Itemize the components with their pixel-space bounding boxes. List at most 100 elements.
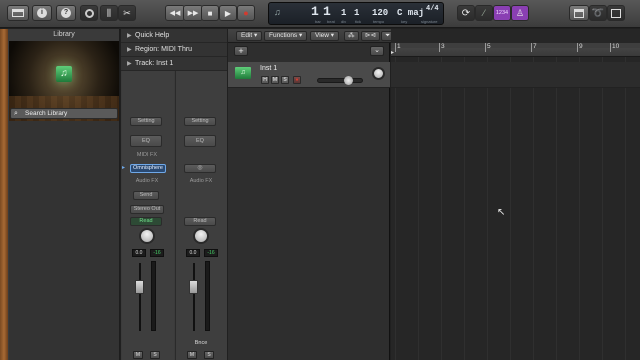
send-slot[interactable]: Send [133,191,159,200]
view-menu[interactable]: View ▾ [310,31,340,41]
audio-fx-label: Audio FX [135,178,159,184]
mute-button[interactable]: M [187,351,197,359]
disclosure-triangle-icon: ▶ [127,33,132,39]
collapse-icon: ⌄ [374,47,380,54]
library-list[interactable] [9,121,119,360]
play-button[interactable]: ▶ [219,5,237,21]
lcd-tick-label: tick [355,19,361,24]
arrange-area[interactable]: ▸ 1 3 5 7 9 10 ↖ [391,29,640,360]
fader-track [193,263,195,331]
edit-menu-label: Edit [241,32,253,39]
solo-button[interactable]: S [204,351,214,359]
smart-controls-button[interactable] [80,5,98,21]
ruler-label: 5 [487,43,491,50]
quick-help-row[interactable]: ▶ Quick Help [121,29,227,43]
automation-read-button[interactable]: Read [130,217,162,226]
track-lane-inst1[interactable] [391,62,640,88]
grid-line [579,57,580,360]
functions-menu[interactable]: Functions ▾ [264,31,308,41]
catch-button[interactable]: ⁂ [344,31,359,41]
tuner-icon: ♫ [274,7,281,17]
automation-read-button[interactable]: Read [184,217,216,226]
volume-fader[interactable] [135,280,144,294]
mixer-button[interactable]: ⫼ [100,5,118,21]
setting-button[interactable]: Setting [184,117,216,126]
instrument-icon: ♫ [56,66,72,82]
quick-help-label: Quick Help [135,32,170,39]
note-pad-button[interactable] [569,5,589,21]
audio-fx-label: Audio FX [189,178,213,184]
library-toggle-button[interactable] [7,5,29,21]
knob-icon [84,8,94,18]
link-button[interactable]: ⊳⊲ [361,31,380,41]
region-label: Region: MIDI Thru [135,46,193,53]
track-volume-slider[interactable] [317,78,363,83]
track-pan-knob[interactable] [372,67,385,80]
count-in-button[interactable]: 1234 [493,5,511,21]
grid-line [487,57,488,360]
solo-button[interactable]: S [150,351,160,359]
edit-menu[interactable]: Edit ▾ [236,31,263,41]
lcd-signature-label: signature [421,19,438,24]
track-record-button[interactable]: ● [293,76,301,84]
global-tracks-button[interactable]: ⌄ [370,46,384,56]
record-button[interactable]: ● [237,5,255,21]
track-instrument-icon: ♫ [235,67,251,79]
mute-button[interactable]: M [133,351,143,359]
metronome-button[interactable]: ♙ [511,5,529,21]
editors-button[interactable]: ✂ [118,5,136,21]
track-mute-button[interactable]: M [271,76,279,84]
search-icon: ⌕ [14,110,18,117]
pan-knob[interactable] [139,228,155,244]
loop-browser-button[interactable]: ➰ [589,5,607,21]
ruler-tick [485,43,486,52]
logic-window: i ? ⫼ ✂ ◀◀ ▶▶ ■ ▶ ● ♫ 1 1 1 1 120 C maj … [0,0,640,360]
cycle-region [391,43,640,48]
track-solo-button[interactable]: S [281,76,289,84]
track-name[interactable]: Inst 1 [260,65,277,72]
lcd-display[interactable]: ♫ 1 1 1 1 120 C maj 4/4 bar beat div tic… [268,2,444,25]
library-title: Library [53,31,75,38]
track-header-inst1[interactable]: ♫ Inst 1 H M S ● [228,62,390,88]
grid-line [418,57,419,360]
notepad-icon [574,8,584,18]
lcd-bar: 1 [311,4,319,19]
volume-fader[interactable] [189,280,198,294]
cycle-button[interactable]: ⟳ [457,5,475,21]
eq-button[interactable]: EQ [130,135,162,147]
ruler[interactable]: ▸ 1 3 5 7 9 10 [391,43,640,57]
pan-knob[interactable] [193,228,209,244]
left-wood-edge [0,29,8,360]
track-hide-button[interactable]: H [261,76,269,84]
cycle-icon: ⟳ [461,7,471,19]
info-icon: i [37,8,47,18]
track-row[interactable]: ▶ Track: Inst 1 [121,57,227,71]
chevron-down-icon: ▾ [254,32,258,39]
quick-help-button[interactable]: ? [56,5,76,21]
tracks-area: Edit ▾ Functions ▾ View ▾ ⁂ ⊳⊲ ⏷ ↖ ▾ + ▾… [228,29,640,360]
add-track-button[interactable]: + [234,46,248,56]
eq-button[interactable]: EQ [184,135,216,147]
library-search-field[interactable]: ⌕ Search Library [10,108,118,119]
lcd-tempo: 120 [372,8,389,18]
mouse-cursor-icon: ↖ [497,207,506,218]
region-row[interactable]: ▶ Region: MIDI Thru [121,43,227,57]
link-slot[interactable]: ◎ [184,164,216,173]
instrument-slot[interactable]: Omnisphere [130,164,166,173]
rewind-button[interactable]: ◀◀ [165,5,185,21]
track-volume-thumb[interactable] [344,76,353,85]
setting-button[interactable]: Setting [130,117,162,126]
browser-button[interactable] [607,5,625,21]
volume-value: 0.0 [132,249,146,257]
stop-icon: ■ [207,8,213,18]
help-icon: ? [61,8,71,18]
tuner-button[interactable]: ⁄ [475,5,493,21]
stop-button[interactable]: ■ [201,5,219,21]
forward-button[interactable]: ▶▶ [183,5,203,21]
plus-icon: + [238,46,244,56]
inspector-toggle-button[interactable]: i [32,5,52,21]
library-search-placeholder: Search Library [25,110,68,117]
grid-line [464,57,465,360]
output-slot[interactable]: Stereo Out [130,205,164,214]
playhead-icon: ▸ [391,50,395,56]
